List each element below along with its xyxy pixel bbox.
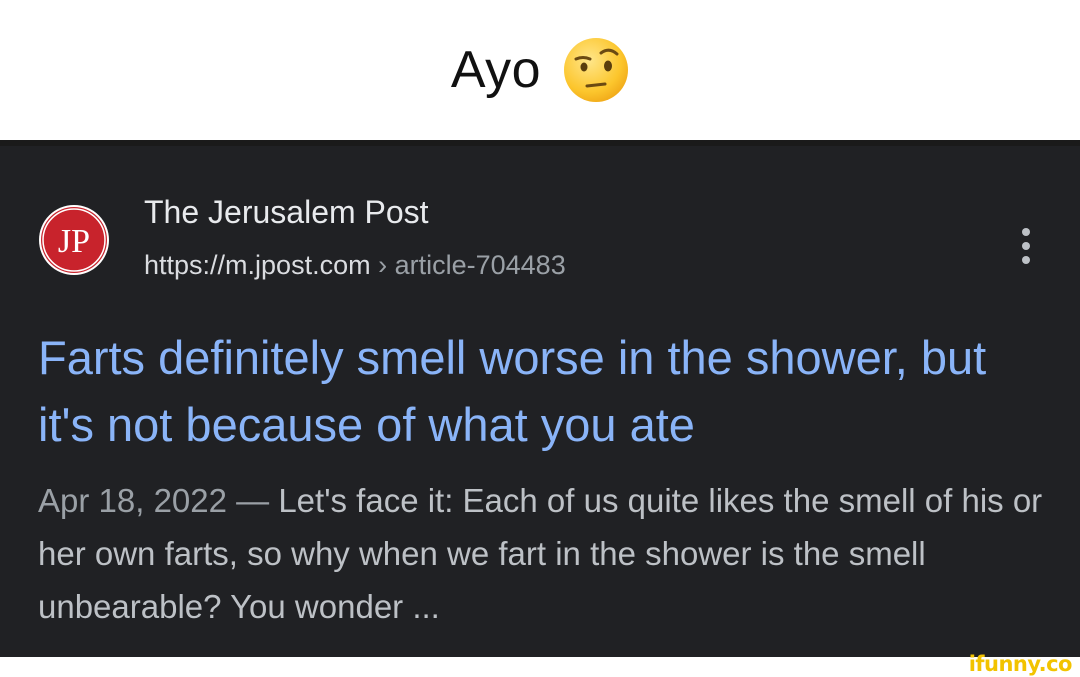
result-headline-link[interactable]: Farts definitely smell worse in the show…	[38, 324, 1048, 458]
url-path: article-704483	[394, 250, 566, 280]
logo-text: JP	[58, 223, 90, 260]
ifunny-watermark: ifunny.co	[968, 652, 1073, 676]
meme-caption: Ayo	[0, 0, 1080, 140]
face-with-raised-eyebrow-icon	[564, 38, 629, 102]
snippet-date: Apr 18, 2022 —	[38, 482, 279, 519]
url-domain: https://m.jpost.com	[144, 250, 371, 280]
bottom-strip	[0, 657, 1080, 677]
result-snippet: Apr 18, 2022 — Let's face it: Each of us…	[38, 474, 1048, 633]
result-url-breadcrumb[interactable]: https://m.jpost.com › article-704483	[144, 250, 566, 281]
jerusalem-post-logo-icon[interactable]: JP	[38, 204, 110, 276]
search-result-card[interactable]: JP The Jerusalem Post https://m.jpost.co…	[0, 146, 1080, 657]
meme-page: Ayo JP The Jerusalem Post https://m.jpos…	[0, 0, 1080, 677]
url-separator: ›	[378, 250, 388, 280]
caption-text: Ayo	[450, 41, 542, 99]
more-options-icon[interactable]	[1012, 226, 1040, 266]
result-site-name[interactable]: The Jerusalem Post	[144, 194, 429, 231]
